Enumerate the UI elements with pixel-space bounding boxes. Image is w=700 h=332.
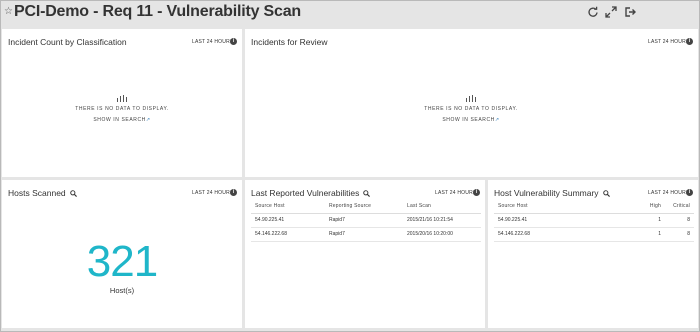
refresh-icon[interactable] xyxy=(587,6,599,18)
column-header[interactable]: Source Host xyxy=(251,199,325,214)
hosts-scanned-panel: Hosts Scanned LAST 24 HOURS i 321 Host(s… xyxy=(2,180,242,328)
time-range-label[interactable]: LAST 24 HOURS xyxy=(648,190,689,196)
hosts-scanned-unit: Host(s) xyxy=(109,286,135,295)
magnify-icon[interactable] xyxy=(363,190,371,197)
time-range-label[interactable]: LAST 24 HOURS xyxy=(435,190,476,196)
panel-title: Hosts Scanned xyxy=(8,188,66,198)
panel-title: Last Reported Vulnerabilities xyxy=(251,188,360,198)
panel-title: Host Vulnerability Summary xyxy=(494,188,599,198)
column-header[interactable]: High xyxy=(639,199,665,214)
incidents-review-panel: Incidents for Review LAST 24 HOURS i THE… xyxy=(245,29,698,177)
table-row[interactable]: 54.146.222.68 1 8 xyxy=(494,227,694,242)
show-in-search-link[interactable]: SHOW IN SEARCH↗ xyxy=(62,117,182,123)
column-header[interactable]: Critical xyxy=(665,199,694,214)
table-cell: 54.146.222.68 xyxy=(494,227,639,242)
expand-icon[interactable] xyxy=(605,6,617,18)
magnify-icon[interactable] xyxy=(69,190,77,197)
host-vuln-summary-panel: Host Vulnerability Summary LAST 24 HOURS… xyxy=(488,180,698,328)
info-icon[interactable]: i xyxy=(230,189,237,196)
info-icon[interactable]: i xyxy=(473,189,480,196)
hosts-scanned-value: 321 xyxy=(86,237,158,286)
no-data-text: THERE IS NO DATA TO DISPLAY. xyxy=(75,106,169,112)
table-row[interactable]: 54.90.225.41 1 8 xyxy=(494,213,694,228)
table-cell: 54.146.222.68 xyxy=(251,227,325,242)
column-header[interactable]: Reporting Source xyxy=(325,199,403,214)
external-link-icon: ↗ xyxy=(145,117,151,123)
page-title: PCI-Demo - Req 11 - Vulnerability Scan xyxy=(14,3,301,20)
no-data-message: THERE IS NO DATA TO DISPLAY. SHOW IN SEA… xyxy=(411,95,531,123)
bar-chart-icon xyxy=(466,95,476,102)
no-data-text: THERE IS NO DATA TO DISPLAY. xyxy=(424,106,518,112)
show-in-search-label[interactable]: SHOW IN SEARCH xyxy=(442,117,495,123)
panel-title-wrap: Hosts Scanned xyxy=(8,188,77,198)
table-cell: 1 xyxy=(639,227,665,242)
show-in-search-label[interactable]: SHOW IN SEARCH xyxy=(93,117,146,123)
last-vulnerabilities-panel: Last Reported Vulnerabilities LAST 24 HO… xyxy=(245,180,485,328)
table-header-row: Source Host High Critical xyxy=(494,199,694,214)
time-range-label[interactable]: LAST 24 HOURS xyxy=(192,190,233,196)
time-range-label[interactable]: LAST 24 HOURS xyxy=(648,39,689,45)
table-cell: Rapid7 xyxy=(325,227,403,242)
show-in-search-link[interactable]: SHOW IN SEARCH↗ xyxy=(411,117,531,123)
panel-title-wrap: Last Reported Vulnerabilities xyxy=(251,188,371,198)
info-icon[interactable]: i xyxy=(686,189,693,196)
table-row[interactable]: 54.146.222.68 Rapid7 2015/20/16 10:20:00 xyxy=(251,227,481,242)
incident-count-panel: Incident Count by Classification LAST 24… xyxy=(2,29,242,177)
bar-chart-icon xyxy=(117,95,127,102)
table-cell: 2015/20/16 10:20:00 xyxy=(403,227,481,242)
table-cell: 1 xyxy=(639,213,665,228)
panel-title: Incident Count by Classification xyxy=(8,37,127,47)
external-link-icon: ↗ xyxy=(494,117,500,123)
panel-title: Incidents for Review xyxy=(251,37,328,47)
info-icon[interactable]: i xyxy=(686,38,693,45)
table-cell: 2015/21/16 10:21:54 xyxy=(403,213,481,228)
host-summary-table: Source Host High Critical 54.90.225.41 1… xyxy=(494,199,694,242)
exit-icon[interactable] xyxy=(624,6,636,18)
magnify-icon[interactable] xyxy=(602,190,610,197)
column-header[interactable]: Source Host xyxy=(494,199,639,214)
column-header[interactable]: Last Scan xyxy=(403,199,481,214)
no-data-message: THERE IS NO DATA TO DISPLAY. SHOW IN SEA… xyxy=(62,95,182,123)
table-row[interactable]: 54.90.225.41 Rapid7 2015/21/16 10:21:54 xyxy=(251,213,481,228)
table-header-row: Source Host Reporting Source Last Scan xyxy=(251,199,481,214)
dashboard-header: ☆ PCI-Demo - Req 11 - Vulnerability Scan xyxy=(1,1,699,27)
table-cell: 54.90.225.41 xyxy=(494,213,639,228)
table-cell: 8 xyxy=(665,227,694,242)
table-cell: 8 xyxy=(665,213,694,228)
vulnerabilities-table: Source Host Reporting Source Last Scan 5… xyxy=(251,199,481,242)
star-icon[interactable]: ☆ xyxy=(4,6,14,18)
table-cell: 54.90.225.41 xyxy=(251,213,325,228)
table-cell: Rapid7 xyxy=(325,213,403,228)
info-icon[interactable]: i xyxy=(230,38,237,45)
time-range-label[interactable]: LAST 24 HOURS xyxy=(192,39,233,45)
panel-title-wrap: Host Vulnerability Summary xyxy=(494,188,610,198)
